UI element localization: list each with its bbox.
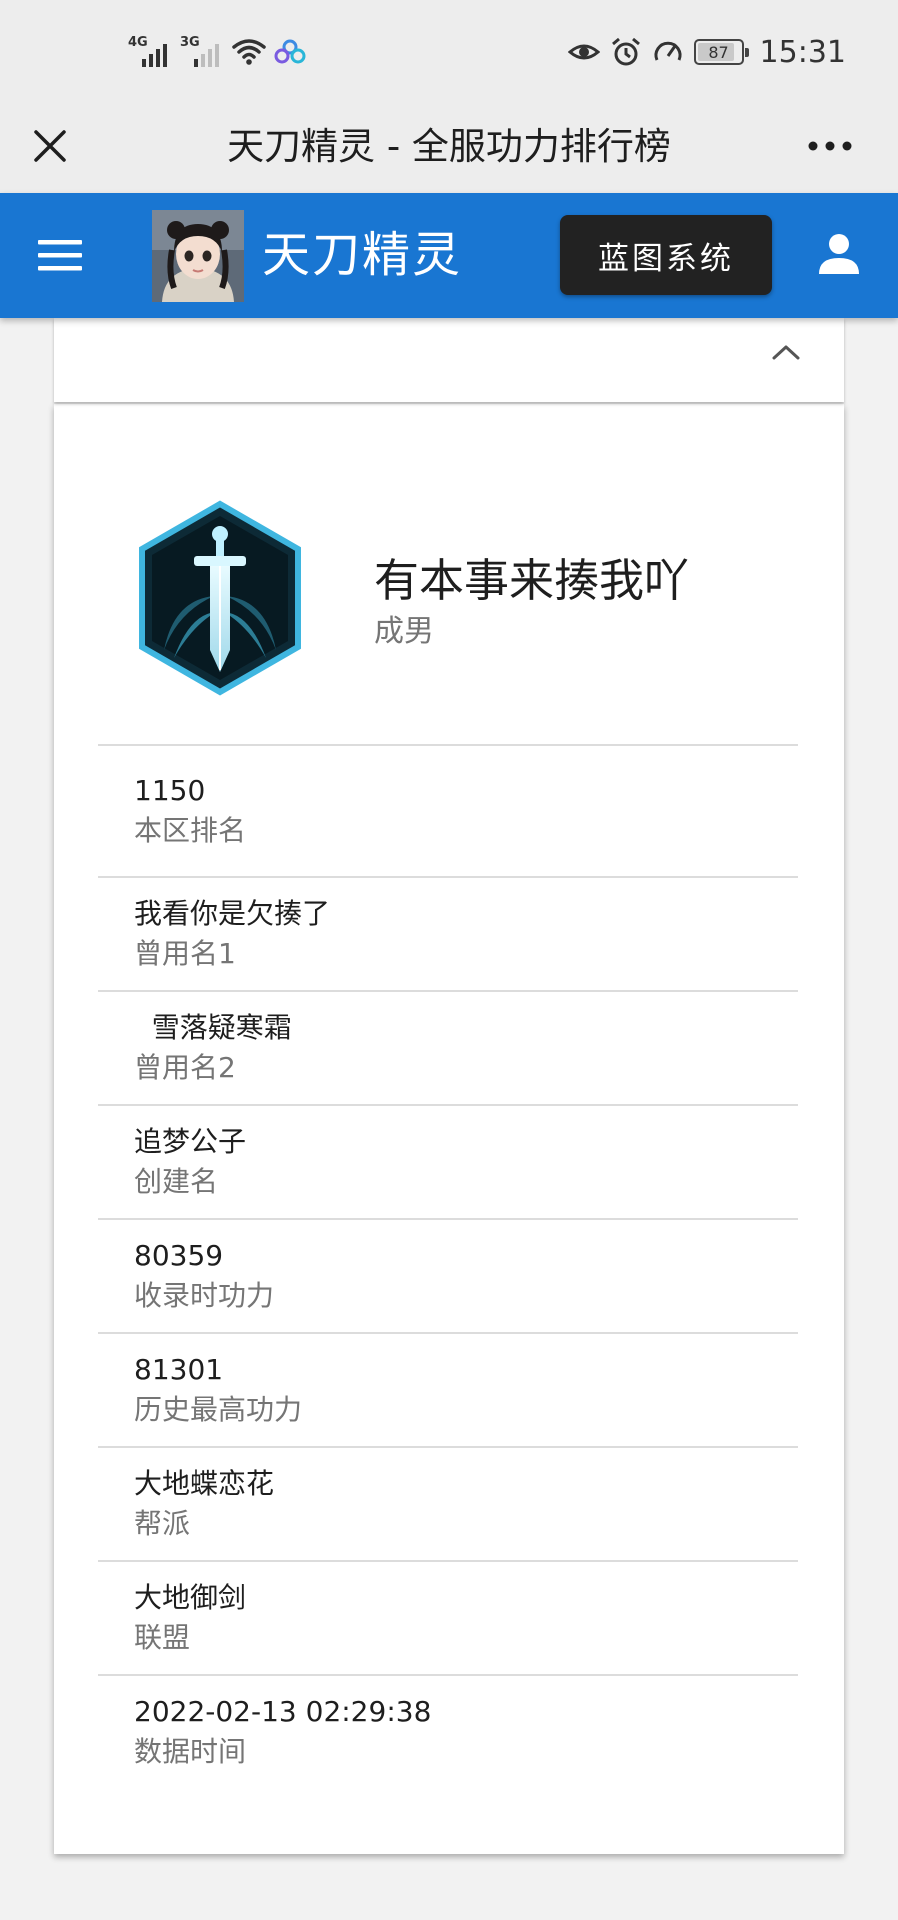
status-bar: 4G 3G 87 15:31 [0,0,898,100]
close-icon [34,130,66,162]
girl-avatar-icon [152,210,244,302]
info-value: 雪落疑寒霜 [134,1011,292,1044]
info-value: 80359 [134,1239,224,1272]
info-value: 大地蝶恋花 [134,1467,275,1500]
alarm-icon [611,37,640,66]
status-left-icons: 4G 3G [128,32,306,72]
speedometer-icon [654,41,682,61]
info-label: 帮派 [134,1507,191,1540]
info-label: 曾用名2 [134,1051,236,1084]
info-label: 创建名 [134,1165,219,1198]
close-button[interactable] [22,118,78,174]
brand-name: 天刀精灵 [262,227,463,283]
info-row-data-time: 2022-02-13 02:29:38 数据时间 [98,1674,798,1788]
page-title: 天刀精灵 - 全服功力排行榜 [227,125,671,168]
status-right-icons: 87 15:31 [567,30,846,74]
info-value: 2022-02-13 02:29:38 [134,1695,432,1728]
info-label: 历史最高功力 [134,1393,303,1426]
info-label: 本区排名 [134,814,247,847]
info-label: 联盟 [134,1621,191,1654]
info-row-max-power: 81301 历史最高功力 [98,1332,798,1446]
menu-button[interactable] [30,225,90,285]
info-label: 收录时功力 [134,1279,275,1312]
player-name: 有本事来揍我吖 [374,554,690,607]
info-row-former-name-2: 雪落疑寒霜 曾用名2 [98,990,798,1104]
player-class: 成男 [374,614,434,649]
sword-emblem-icon [139,500,301,696]
person-icon [819,234,859,274]
battery-level: 87 [708,42,729,62]
signal-3g-icon: 3G [180,35,224,69]
status-time: 15:31 [759,34,846,70]
title-bar: 天刀精灵 - 全服功力排行榜 [0,100,898,193]
hamburger-menu-icon [38,240,82,271]
info-label: 数据时间 [134,1735,247,1768]
app-header: 天刀精灵 蓝图系统 [0,193,898,318]
info-row-former-name-1: 我看你是欠揍了 曾用名1 [98,876,798,990]
blueprint-system-button[interactable]: 蓝图系统 [560,215,772,295]
info-row-created-name: 追梦公子 创建名 [98,1104,798,1218]
more-dots-icon [808,141,852,151]
info-row-alliance: 大地御剑 联盟 [98,1560,798,1674]
brand-avatar[interactable] [152,210,244,302]
eye-icon [567,44,600,60]
info-value: 我看你是欠揍了 [134,897,331,930]
info-list: 1150 本区排名 我看你是欠揍了 曾用名1 雪落疑寒霜 曾用名2 追梦公子 创… [98,744,798,1788]
info-value: 追梦公子 [134,1125,247,1158]
profile-card: 有本事来揍我吖 成男 1150 本区排名 我看你是欠揍了 曾用名1 雪落疑寒霜 … [54,404,844,1854]
info-value: 81301 [134,1353,224,1386]
user-account-button[interactable] [808,223,870,285]
collapse-toggle-button[interactable] [766,332,806,372]
more-options-button[interactable] [802,124,858,168]
cloud-sync-icon [274,39,306,64]
wifi-icon [232,39,266,65]
info-value: 大地御剑 [134,1581,247,1614]
chevron-up-icon [772,345,800,360]
info-label: 曾用名1 [134,937,236,970]
battery-indicator: 87 [693,39,749,65]
info-row-recorded-power: 80359 收录时功力 [98,1218,798,1332]
info-value: 1150 [134,774,206,807]
signal-4g-icon: 4G [128,35,172,69]
collapse-panel [54,318,844,402]
info-row-rank: 1150 本区排名 [98,744,798,876]
info-row-guild: 大地蝶恋花 帮派 [98,1446,798,1560]
